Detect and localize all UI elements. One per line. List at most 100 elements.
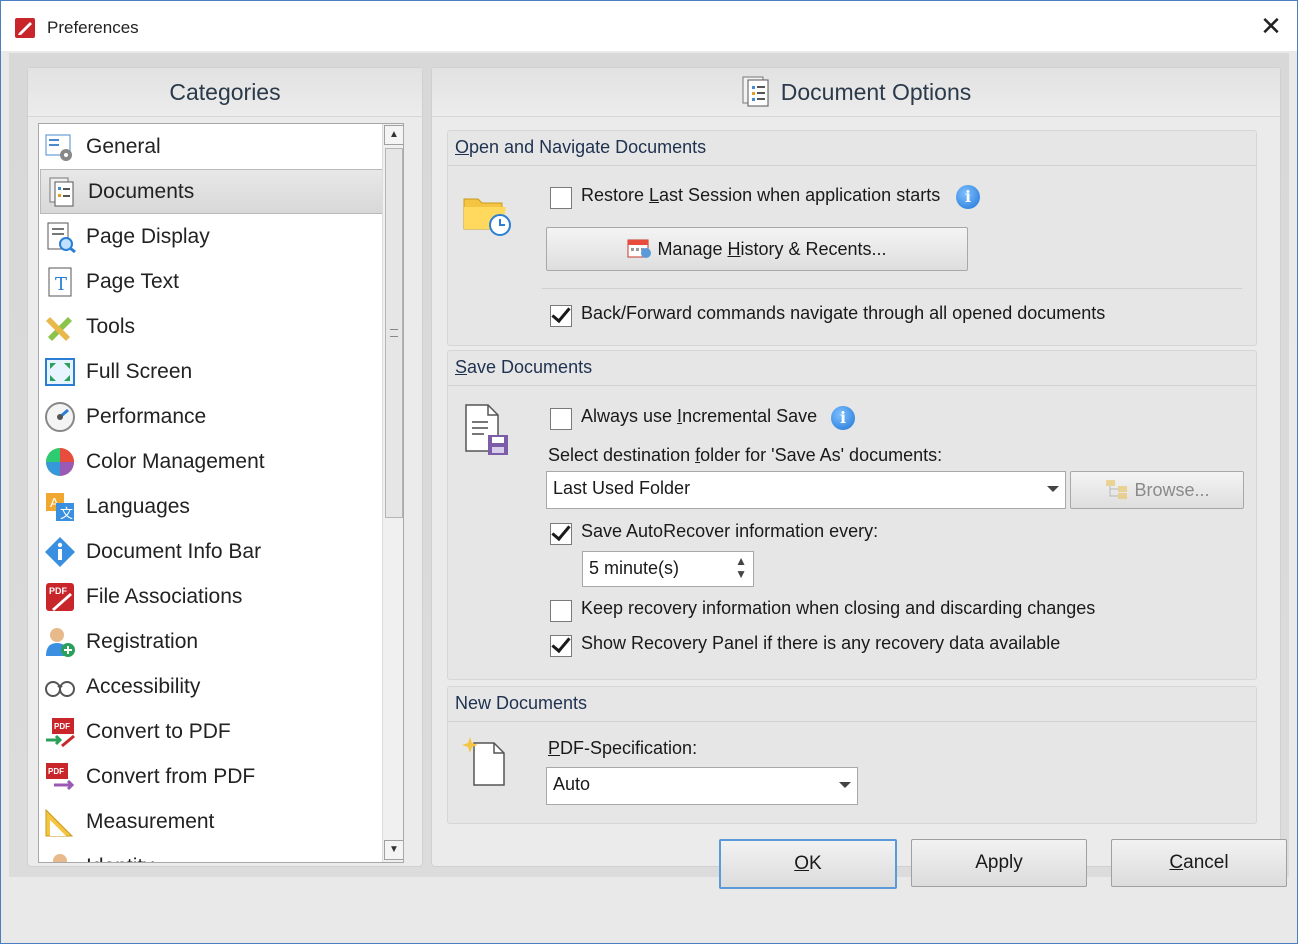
autorecover-checkbox[interactable] [550,523,572,545]
show-recovery-panel-checkbox[interactable] [550,635,572,657]
categories-scrollbar[interactable]: ▲ ▼ [382,124,403,862]
pdf-specification-dropdown[interactable]: Auto [546,767,858,805]
page-display-icon [47,222,76,253]
folder-tree-icon [1106,480,1128,500]
section-divider [448,721,1256,722]
incremental-save-label: Always use Incremental Save [581,406,818,426]
categories-items: General Documents Page Display T Page Text To… [39,124,389,862]
destination-folder-label: Select destination folder for 'Save As' … [548,445,943,465]
performance-gauge-icon [45,401,75,432]
chevron-down-icon [839,782,851,788]
category-item-page-text[interactable]: T Page Text [39,259,389,304]
scroll-up-button[interactable]: ▲ [384,125,403,145]
svg-text:PDF: PDF [49,586,68,596]
category-label: Document Info Bar [86,539,262,563]
category-item-document-info-bar[interactable]: Document Info Bar [39,529,389,574]
save-documents-section: Save Documents Always use Incremental Sa… [447,350,1257,680]
separator-line [542,288,1242,289]
category-label: Registration [86,629,199,653]
scroll-down-button[interactable]: ▼ [384,840,403,860]
restore-session-checkbox[interactable] [550,187,572,209]
registration-user-icon [46,627,75,657]
autorecover-interval-value: 5 minute(s) [589,558,680,578]
svg-text:PDF: PDF [48,767,64,776]
convert-from-pdf-icon: PDF [46,762,75,790]
convert-to-pdf-icon: PDF [46,717,75,747]
category-item-full-screen[interactable]: Full Screen [39,349,389,394]
category-item-languages[interactable]: A 文 Languages [39,484,389,529]
category-item-registration[interactable]: Registration [39,619,389,664]
category-label: Languages [86,494,190,518]
browse-button[interactable]: Browse... [1070,471,1244,509]
category-label: Full Screen [86,359,193,383]
cancel-button[interactable]: Cancel [1111,839,1287,887]
svg-text:PDF: PDF [54,722,70,731]
category-label: Documents [88,179,195,203]
ok-button[interactable]: OK [719,839,897,889]
category-item-tools[interactable]: Tools [39,304,389,349]
restore-session-info-icon[interactable]: i [956,185,980,209]
identity-user-icon [53,853,67,862]
page-text-icon: T [48,267,72,296]
document-options-icon [742,76,769,107]
manage-history-button[interactable]: Manage History & Recents... [546,227,968,271]
destination-folder-value: Last Used Folder [553,478,691,498]
show-recovery-panel-label: Show Recovery Panel if there is any reco… [581,633,1061,653]
categories-panel: Categories General Documents Page Display T… [27,67,423,867]
back-forward-checkbox[interactable] [550,305,572,327]
category-item-convert-from-pdf[interactable]: PDF Convert from PDF [39,754,389,799]
category-item-measurement[interactable]: Measurement [39,799,389,844]
document-options-panel: Document Options Open and Navigate Docum… [431,67,1281,867]
restore-session-label: Restore Last Session when application st… [581,185,941,205]
category-item-file-associations[interactable]: PDF File Associations [39,574,389,619]
category-label: File Associations [86,584,243,608]
spinner-arrows-icon: ▲ ▼ [735,554,747,581]
category-label: Page Display [86,224,210,248]
incremental-save-checkbox[interactable] [550,408,572,430]
open-navigate-section: Open and Navigate Documents Restore Last… [447,130,1257,346]
category-item-documents[interactable]: Documents [40,169,389,214]
category-label: Color Management [86,449,265,473]
document-options-title: Document Options [780,79,972,105]
categories-header: Categories [28,68,422,117]
incremental-save-info-icon[interactable]: i [831,406,855,430]
autorecover-interval-spinner[interactable]: 5 minute(s) ▲ ▼ [582,551,754,587]
document-options-header: Document Options [432,68,1280,117]
save-documents-title: Save Documents [455,357,593,377]
svg-text:T: T [55,274,67,295]
dialog-content: Categories General Documents Page Display T… [9,53,1289,877]
apply-button[interactable]: Apply [911,839,1087,887]
chevron-down-icon [1047,486,1059,492]
pdf-specification-label: PDF-Specification: [548,738,698,758]
documents-icon [49,177,74,206]
category-label: Tools [86,314,136,338]
save-document-icon [465,404,508,455]
destination-folder-dropdown[interactable]: Last Used Folder [546,471,1066,509]
close-icon: ✕ [1260,11,1282,41]
category-item-general[interactable]: General [39,124,389,169]
category-label: Performance [86,404,207,428]
svg-text:文: 文 [60,506,73,521]
new-document-icon [462,737,505,786]
category-item-performance[interactable]: Performance [39,394,389,439]
new-documents-section: New Documents PDF-Specification: Auto [447,686,1257,824]
category-item-accessibility[interactable]: Accessibility [39,664,389,709]
close-button[interactable]: ✕ [1245,1,1297,51]
tools-icon [46,316,72,341]
categories-list[interactable]: General Documents Page Display T Page Text To… [38,123,404,863]
category-item-convert-to-pdf[interactable]: PDF Convert to PDF [39,709,389,754]
category-item-identity[interactable]: Identity [39,844,389,862]
category-label: Accessibility [86,674,201,698]
category-item-page-display[interactable]: Page Display [39,214,389,259]
category-label: Convert from PDF [86,764,256,788]
section-divider [448,385,1256,386]
category-label: Page Text [86,269,180,293]
app-logo-icon [15,18,35,38]
pdf-file-icon: PDF [46,582,74,611]
color-wheel-icon [46,447,74,476]
keep-recovery-checkbox[interactable] [550,600,572,622]
category-item-color-management[interactable]: Color Management [39,439,389,484]
glasses-icon [45,680,75,697]
scroll-thumb[interactable] [385,148,403,518]
category-label: General [86,134,161,158]
